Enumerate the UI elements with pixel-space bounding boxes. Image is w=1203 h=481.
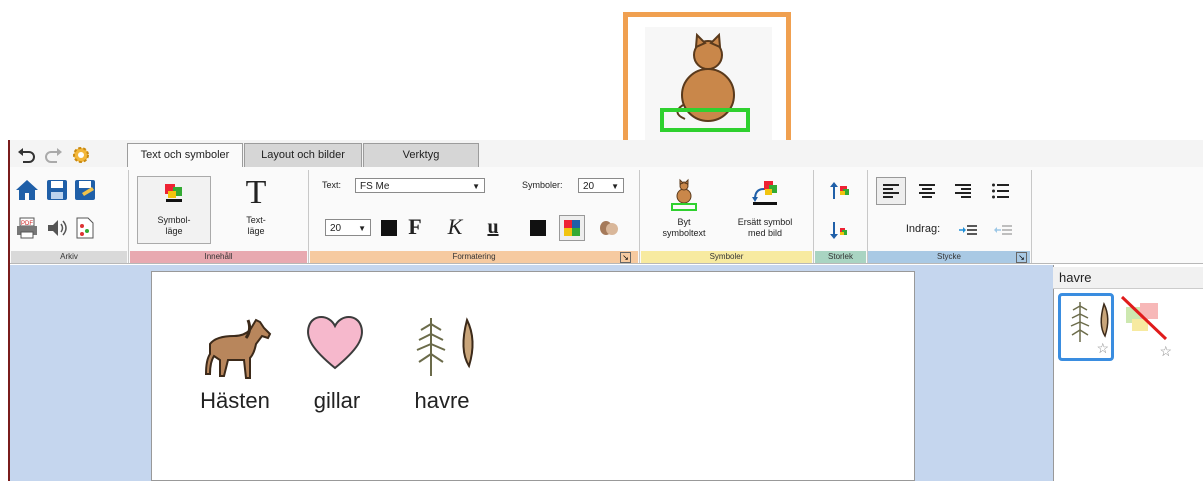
oats-symbol-icon[interactable]	[404, 310, 480, 380]
dialog-launcher-icon[interactable]: ↘	[620, 252, 631, 263]
home-icon[interactable]	[14, 177, 40, 203]
redo-icon[interactable]	[44, 145, 64, 165]
align-center-icon[interactable]	[914, 179, 940, 203]
word-hasten[interactable]: Hästen	[188, 388, 282, 414]
text-mode-icon[interactable]: T	[238, 174, 274, 212]
symbol-panel-title: havre	[1053, 267, 1203, 289]
decrease-indent-icon[interactable]	[990, 220, 1016, 240]
increase-indent-icon[interactable]	[955, 220, 981, 240]
underline-button[interactable]: u	[483, 215, 503, 239]
oats-symbol-icon	[1070, 301, 1109, 342]
no-symbol-icon	[1120, 295, 1168, 341]
align-left-icon	[883, 184, 899, 198]
zoom-callout-content	[645, 27, 772, 145]
tab-layout-och-bilder[interactable]: Layout och bilder	[244, 143, 362, 168]
chevron-down-icon: ▼	[611, 182, 619, 191]
save-as-icon[interactable]	[72, 177, 98, 203]
tab-text-och-symboler[interactable]: Text och symboler	[127, 143, 243, 169]
cat-symbol-icon	[660, 32, 750, 132]
symbol-mode-icon	[162, 180, 186, 204]
text-color-icon[interactable]	[381, 220, 397, 236]
symbol-option-none[interactable]: ☆	[1118, 293, 1174, 361]
word-gillar[interactable]: gillar	[298, 388, 376, 414]
symbol-mode-label-1: Symbol-	[157, 215, 191, 225]
replace-symbol-icon[interactable]	[748, 177, 782, 209]
heart-symbol-icon[interactable]	[302, 306, 368, 378]
word-havre[interactable]: havre	[402, 388, 482, 414]
star-icon[interactable]: ☆	[1096, 340, 1109, 357]
italic-button[interactable]: K	[445, 214, 465, 239]
speaker-icon[interactable]	[44, 216, 70, 240]
tab-verktyg[interactable]: Verktyg	[363, 143, 479, 168]
dialog-launcher-icon[interactable]: ↘	[1016, 252, 1027, 263]
skin-tone-icon[interactable]	[597, 218, 621, 238]
text-mode-label-1: Text-	[246, 215, 266, 225]
horse-symbol-icon[interactable]	[195, 313, 275, 383]
chevron-down-icon: ▼	[358, 224, 366, 233]
print-pdf-icon[interactable]: PDF	[14, 216, 40, 240]
align-left-button[interactable]	[876, 177, 906, 205]
group-label-formatering: Formatering	[310, 251, 638, 263]
decrease-size-icon[interactable]	[828, 219, 852, 241]
ersatt-symbol-label-2[interactable]: med bild	[725, 228, 805, 239]
star-icon[interactable]: ☆	[1159, 343, 1172, 360]
symbol-color-button[interactable]	[559, 215, 585, 241]
group-label-stycke: Stycke	[868, 251, 1030, 263]
color-grid-icon	[564, 220, 580, 236]
chevron-down-icon: ▼	[472, 182, 480, 191]
indent-label: Indrag:	[905, 223, 941, 235]
symbol-mode-label-2: läge	[165, 226, 183, 236]
cat-symbol-icon	[667, 176, 701, 212]
font-select[interactable]: FS Me ▼	[355, 178, 485, 193]
align-right-icon[interactable]	[950, 179, 976, 203]
bullet-list-icon[interactable]	[988, 179, 1014, 203]
group-label-innehall: Innehåll	[130, 251, 307, 263]
group-label-symboler: Symboler	[641, 251, 812, 263]
symbols-size-label: Symboler:	[522, 180, 563, 190]
bold-button[interactable]: F	[405, 214, 425, 239]
highlight-color-icon[interactable]	[530, 220, 546, 236]
symbol-size-select[interactable]: 20 ▼	[578, 178, 624, 193]
group-label-storlek: Storlek	[815, 251, 866, 263]
ersatt-symbol-label-1[interactable]: Ersätt symbol	[725, 217, 805, 228]
save-icon[interactable]	[44, 177, 70, 203]
undo-icon[interactable]	[16, 145, 36, 165]
byt-symboltext-label-2[interactable]: symboltext	[648, 228, 720, 239]
group-label-arkiv: Arkiv	[11, 251, 127, 263]
symbol-option-oats[interactable]: ☆	[1058, 293, 1114, 361]
increase-size-icon[interactable]	[828, 180, 852, 202]
font-size-select[interactable]: 20 ▼	[325, 219, 371, 236]
text-font-label: Text:	[322, 180, 342, 190]
byt-symboltext-label-1[interactable]: Byt	[648, 217, 720, 228]
document-symbols-icon[interactable]	[72, 216, 98, 240]
text-mode-label-2: läge	[247, 226, 265, 236]
settings-icon[interactable]	[71, 145, 91, 165]
